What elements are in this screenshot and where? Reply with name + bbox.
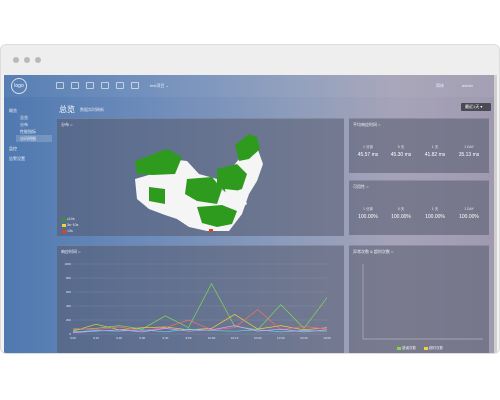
av-value-4: 100.00%: [459, 214, 479, 220]
map-legend-2: 3s~10s: [62, 223, 78, 227]
sidebar-item-alerts[interactable]: 告警设置: [9, 156, 25, 162]
av-label-4: 1 DAY: [464, 207, 474, 211]
x-tick-label: 9:00: [70, 336, 76, 340]
bar-legend-errors: 错误次数: [397, 346, 416, 351]
rt-label-2: 5 天: [397, 145, 405, 149]
bar-chart-panel: 异常次数 & 超时次数 ○ 错误次数 超时次数: [349, 245, 489, 353]
x-tick-label: 9:10: [93, 336, 99, 340]
nav-icon-5[interactable]: [116, 82, 124, 89]
y-tick-label: 400: [66, 304, 71, 308]
sidebar-item-overview[interactable]: 概览: [9, 108, 17, 114]
nav-icon-1[interactable]: [56, 82, 64, 89]
user-menu[interactable]: admin: [462, 83, 473, 88]
response-time-panel: 平均响应时间 ○ 1 分钟 5 天 1 天 1 DAY 45.57 ms 45.…: [349, 118, 489, 173]
sidebar-subitem-distribution[interactable]: 分布: [20, 122, 28, 128]
window-dot-maximize[interactable]: [35, 57, 41, 63]
x-tick-label: 10:30: [277, 336, 285, 340]
rt-label-4: 1 DAY: [464, 145, 474, 149]
av-label-1: 1 分钟: [363, 207, 373, 211]
y-tick-label: 600: [66, 290, 71, 294]
rt-value-1: 45.57 ms: [357, 152, 379, 158]
x-tick-label: 10:50: [323, 336, 331, 340]
latency-chart-panel: 响应时间 ○ 1000 800 600 400 200 0 9:00 9:10 9:20 9:30…: [57, 245, 344, 354]
sidebar-subitem-summary[interactable]: 总览: [20, 115, 28, 121]
av-label-3: 1 天: [431, 207, 439, 211]
map-legend-1: ≥10s: [62, 217, 75, 221]
av-value-1: 100.00%: [358, 214, 378, 220]
rt-value-2: 45.30 ms: [390, 152, 412, 158]
response-time-title: 平均响应时间 ○: [353, 122, 381, 127]
sidebar: 概览 总览 分布 性能指标 访问明细 监控 告警设置: [4, 97, 52, 353]
page-title: 总览: [59, 105, 75, 114]
x-tick-label: 9:50: [186, 336, 192, 340]
latency-line-chart[interactable]: 100080060040020009:00 9:10 9:20 9:30 9:40 9:5…: [57, 246, 344, 354]
rt-label-1: 1 分钟: [363, 145, 373, 149]
y-tick-label: 800: [66, 276, 71, 280]
sidebar-subitem-access[interactable]: 访问明细: [20, 136, 36, 142]
dashboard-app: logo test项目 ⌄ 简体 admin 概览 总览 分布 性能指标 访问明…: [4, 75, 494, 354]
nav-icon-2[interactable]: [71, 82, 79, 89]
map-panel: 分布 ○ ≥10s 3s~10s <3s: [57, 118, 344, 236]
sidebar-item-monitor[interactable]: 监控: [9, 146, 17, 152]
x-tick-label: 9:30: [139, 336, 145, 340]
av-value-3: 100.00%: [425, 214, 445, 220]
app-logo[interactable]: logo: [11, 78, 27, 94]
nav-icon-3[interactable]: [86, 82, 94, 89]
availability-title: 可用性 ○: [353, 184, 369, 189]
rt-value-4: 35.13 ms: [458, 152, 480, 158]
y-tick-label: 200: [66, 318, 71, 322]
project-selector[interactable]: test项目 ⌄: [150, 83, 169, 89]
x-tick-label: 10:40: [300, 336, 308, 340]
sidebar-subitem-performance[interactable]: 性能指标: [20, 129, 36, 135]
nav-icon-6[interactable]: [131, 82, 139, 89]
window-dot-minimize[interactable]: [24, 57, 30, 63]
top-bar: logo test项目 ⌄ 简体 admin: [4, 75, 494, 97]
nav-icon-4[interactable]: [101, 82, 109, 89]
rt-value-3: 41.82 ms: [424, 152, 446, 158]
rt-label-3: 1 天: [431, 145, 439, 149]
av-value-2: 100.00%: [391, 214, 411, 220]
series-line-1[interactable]: [72, 282, 328, 331]
x-tick-label: 9:40: [162, 336, 168, 340]
x-tick-label: 9:20: [116, 336, 122, 340]
bar-legend-timeouts: 超时次数: [424, 346, 443, 351]
av-label-2: 5 天: [397, 207, 405, 211]
window-dot-close[interactable]: [13, 57, 19, 63]
page-subtitle: 数据实时刷新: [80, 107, 104, 112]
browser-window: logo test项目 ⌄ 简体 admin 概览 总览 分布 性能指标 访问明…: [0, 44, 500, 354]
browser-chrome: [1, 45, 499, 75]
bar-chart-axes: [362, 264, 483, 340]
x-tick-label: 10:10: [231, 336, 239, 340]
time-range-button[interactable]: 最近1天 ▾: [461, 103, 491, 111]
map-legend-3: <3s: [62, 229, 73, 233]
y-tick-label: 1000: [64, 262, 71, 266]
page-scrollbar[interactable]: [494, 75, 497, 353]
x-tick-label: 10:00: [208, 336, 216, 340]
availability-panel: 可用性 ○ 1 分钟 5 天 1 天 1 DAY 100.00% 100.00%…: [349, 180, 489, 235]
language-selector[interactable]: 简体: [436, 83, 444, 89]
china-map[interactable]: [57, 119, 344, 237]
x-tick-label: 10:20: [254, 336, 262, 340]
